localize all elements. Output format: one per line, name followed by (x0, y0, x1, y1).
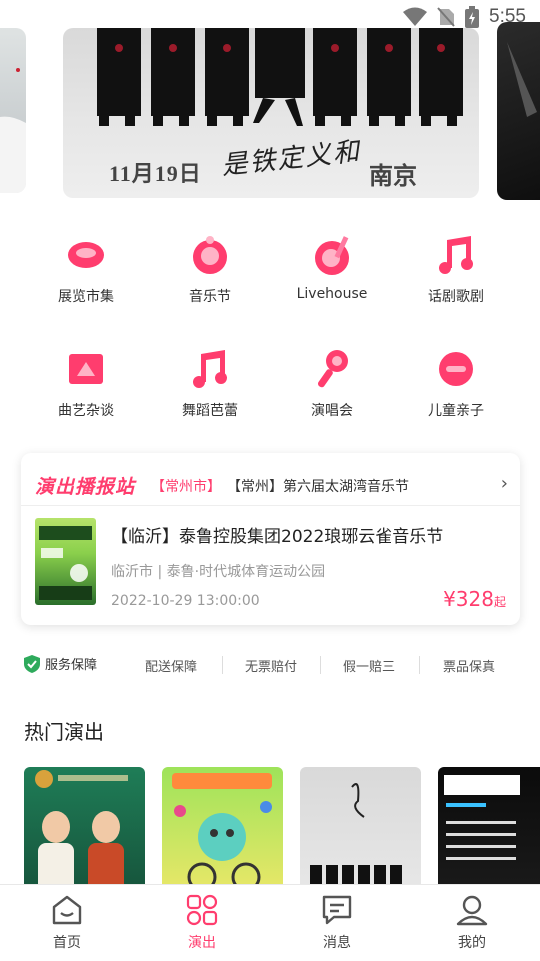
shows-icon (186, 894, 218, 926)
banner-script-title: 是铁定义和 (220, 136, 363, 182)
gray-poster-art (310, 783, 402, 887)
category-drama-opera[interactable]: 话剧歌剧 (396, 232, 516, 306)
concert-icon (317, 350, 348, 388)
category-music-festival[interactable]: 音乐节 (150, 232, 270, 306)
bottom-navigation: 首页 演出 消息 我的 (0, 884, 540, 961)
broadcast-item-time: 2022-10-29 13:00:00 (111, 593, 260, 609)
hot-shows-title: 热门演出 (24, 720, 104, 744)
category-folk-art[interactable]: 曲艺杂谈 (26, 346, 146, 420)
kids-family-icon (439, 352, 473, 386)
prev-slide-art (0, 68, 26, 193)
banner-next-slide[interactable] (497, 22, 540, 200)
wifi-icon (403, 7, 428, 26)
service-guarantee-row: 服务保障 配送保障 无票赔付 假一赔三 票品保真 (0, 652, 540, 676)
broadcast-item-venue: 临沂市 | 泰鲁·时代城体育运动公园 (111, 564, 326, 580)
battery-charging-icon (465, 6, 480, 28)
no-sim-icon (437, 7, 455, 27)
message-icon (322, 895, 352, 925)
price-suffix: 起 (493, 595, 506, 609)
banner-figures-art (97, 28, 463, 126)
status-time: 5:55 (489, 6, 526, 27)
crosstalk-poster-art (35, 770, 128, 887)
broadcast-city-tag: 【常州市】 (151, 479, 221, 495)
folk-art-icon (69, 354, 103, 384)
category-label: 舞蹈芭蕾 (182, 403, 238, 419)
broadcast-header[interactable]: 演出播报站 【常州市】 【常州】第六届太湖湾音乐节 › (21, 453, 520, 506)
service-divider (222, 656, 223, 674)
banner-main-slide[interactable]: 11月19日 是铁定义和 南京 (63, 28, 479, 198)
category-label: 音乐节 (189, 289, 231, 305)
hot-show-card[interactable] (438, 767, 540, 887)
hip-hop-poster-art (444, 775, 520, 860)
service-fake-pay-three: 假一赔三 (343, 660, 396, 675)
category-dance-ballet[interactable]: 舞蹈芭蕾 (150, 346, 270, 420)
category-concert[interactable]: 演唱会 (272, 346, 392, 420)
broadcast-logo: 演出播报站 (35, 476, 136, 498)
nav-shows[interactable]: 演出 (157, 893, 247, 952)
broadcast-headline: 【常州】第六届太湖湾音乐节 (227, 479, 409, 495)
kids-carnival-poster-art (172, 773, 272, 887)
broadcast-item-title[interactable]: 【临沂】泰鲁控股集团2022琅琊云雀音乐节 (111, 522, 443, 547)
category-label: 话剧歌剧 (428, 289, 484, 305)
exhibition-icon (68, 242, 104, 268)
service-main[interactable]: 服务保障 (24, 654, 97, 673)
service-divider (419, 656, 420, 674)
category-label: Livehouse (296, 286, 368, 302)
broadcast-item-price: ¥328起 (443, 587, 506, 611)
price-value: 328 (455, 587, 494, 611)
category-label: 儿童亲子 (428, 403, 484, 419)
nav-home[interactable]: 首页 (22, 893, 112, 952)
banner-prev-slide[interactable] (0, 28, 26, 193)
music-festival-icon (193, 236, 227, 274)
drama-opera-icon (439, 236, 473, 274)
nav-messages[interactable]: 消息 (292, 893, 382, 952)
hot-show-card[interactable] (300, 767, 421, 887)
chevron-right-icon[interactable]: › (501, 473, 508, 494)
nav-label: 消息 (323, 935, 351, 951)
category-label: 曲艺杂谈 (58, 403, 114, 419)
nav-label: 首页 (53, 935, 81, 951)
poster-art (39, 526, 92, 600)
hot-show-card[interactable] (162, 767, 283, 887)
service-divider (320, 656, 321, 674)
price-symbol: ¥ (443, 587, 456, 611)
category-label: 演唱会 (311, 403, 353, 419)
hot-shows-list[interactable] (24, 767, 540, 887)
nav-label: 我的 (458, 935, 486, 951)
category-kids-family[interactable]: 儿童亲子 (396, 346, 516, 420)
nav-profile[interactable]: 我的 (427, 893, 517, 952)
service-delivery: 配送保障 (145, 660, 198, 675)
broadcast-card[interactable]: 演出播报站 【常州市】 【常州】第六届太湖湾音乐节 › 【临沂】泰鲁控股集团20… (21, 453, 520, 625)
category-label: 展览市集 (58, 289, 114, 305)
service-no-ticket-refund: 无票赔付 (245, 660, 298, 675)
profile-icon (456, 895, 488, 926)
category-livehouse[interactable]: Livehouse (272, 232, 392, 302)
shield-check-icon (24, 654, 40, 673)
hot-show-card[interactable] (24, 767, 145, 887)
service-main-label: 服务保障 (45, 658, 98, 673)
nav-label: 演出 (188, 935, 216, 951)
livehouse-icon (315, 236, 349, 275)
banner-city: 南京 (369, 161, 417, 190)
broadcast-poster[interactable] (35, 518, 96, 605)
status-bar: 5:55 (0, 0, 540, 34)
category-exhibition[interactable]: 展览市集 (26, 232, 146, 306)
next-slide-art (507, 42, 537, 117)
service-genuine-ticket: 票品保真 (443, 660, 496, 675)
dance-ballet-icon (193, 350, 227, 388)
banner-date: 11月19日 (109, 161, 202, 186)
home-icon (52, 895, 82, 925)
